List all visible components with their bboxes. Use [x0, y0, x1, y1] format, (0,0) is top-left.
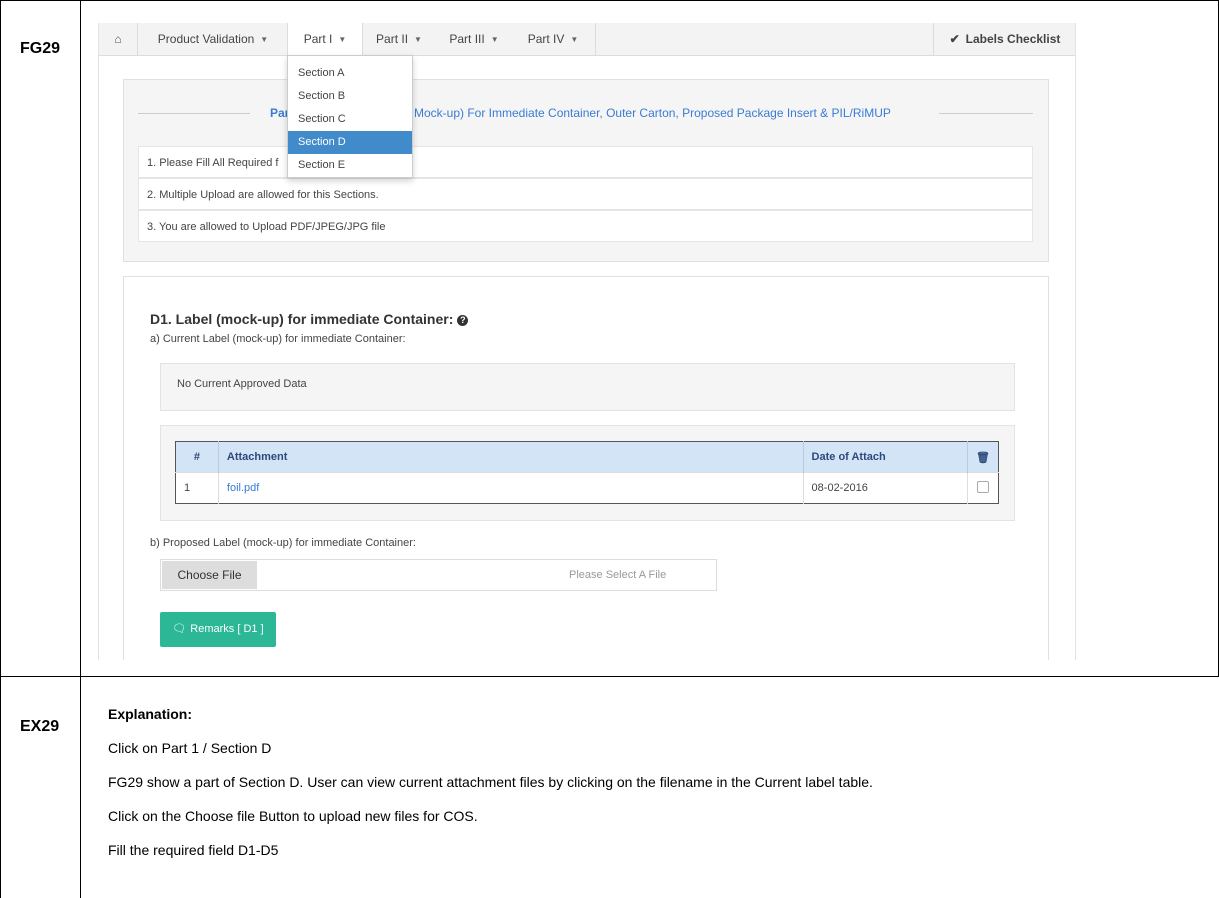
remarks-d1-button[interactable]: 🗨 Remarks [ D1 ]	[160, 612, 276, 647]
table-column-divider	[80, 0, 81, 898]
top-navbar: ⌂ Product Validation ▼ Part I ▼ Part II ▼ P…	[99, 23, 1075, 56]
nav-product-validation[interactable]: Product Validation ▼	[143, 23, 283, 55]
current-label-caption: a) Current Label (mock-up) for immediate…	[150, 333, 406, 345]
col-header-date: Date of Attach	[803, 441, 969, 473]
cell-attachment: foil.pdf	[218, 472, 804, 504]
labels-checklist-button[interactable]: ✔ Labels Checklist	[933, 23, 1075, 55]
nav-part-1[interactable]: Part I ▼	[287, 23, 363, 56]
cell-select	[967, 472, 999, 504]
app-screenshot: ⌂ Product Validation ▼ Part I ▼ Part II ▼ P…	[98, 23, 1076, 660]
proposed-label-caption: b) Proposed Label (mock-up) for immediat…	[150, 537, 416, 549]
nav-label: Part III	[449, 32, 485, 46]
d1-heading: D1. Label (mock-up) for immediate Contai…	[150, 311, 469, 327]
explanation-heading: Explanation:	[108, 706, 193, 722]
nav-home[interactable]: ⌂	[99, 23, 138, 55]
title-rule-right	[939, 113, 1033, 114]
col-header-attachment: Attachment	[218, 441, 804, 473]
menu-item-section-d[interactable]: Section D	[288, 131, 412, 154]
file-upload-input[interactable]: Choose File Please Select A File	[160, 559, 717, 591]
table-header-row: # Attachment Date of Attach 🗑	[175, 441, 999, 473]
comment-icon: 🗨	[172, 623, 187, 635]
question-circle-icon[interactable]: ?	[457, 315, 469, 326]
instructions-panel: Par Mock-up) For Immediate Container, Ou…	[123, 79, 1049, 262]
caret-down-icon: ▼	[570, 34, 579, 44]
explanation-line-3: Click on the Choose file Button to uploa…	[108, 808, 478, 824]
file-placeholder: Please Select A File	[569, 569, 667, 581]
remarks-label: Remarks [ D1 ]	[190, 623, 264, 635]
check-icon: ✔	[949, 32, 960, 46]
col-header-num: #	[175, 441, 219, 473]
nav-part-3[interactable]: Part III ▼	[437, 23, 511, 55]
title-rule-left	[138, 113, 250, 114]
panel-title-right: Mock-up) For Immediate Container, Outer …	[414, 106, 891, 120]
note-1: 1. Please Fill All Required f	[138, 146, 1033, 178]
caret-down-icon: ▼	[414, 34, 422, 44]
row-label-ex29: EX29	[20, 718, 60, 735]
col-header-delete: 🗑	[967, 441, 999, 473]
trash-icon: 🗑	[976, 451, 990, 464]
nav-label: Part IV	[527, 32, 565, 46]
delete-checkbox[interactable]	[977, 480, 990, 493]
caret-down-icon: ▼	[490, 34, 499, 44]
no-data-well: No Current Approved Data	[160, 363, 1015, 411]
menu-item-section-b[interactable]: Section B	[288, 85, 412, 108]
no-data-text: No Current Approved Data	[177, 378, 307, 390]
explanation-line-2: FG29 show a part of Section D. User can …	[108, 774, 873, 790]
nav-part-2[interactable]: Part II ▼	[363, 23, 435, 55]
table-row: 1 foil.pdf 08-02-2016	[175, 472, 999, 504]
explanation-line-4: Fill the required field D1-D5	[108, 842, 279, 858]
caret-down-icon: ▼	[338, 34, 347, 44]
note-2: 2. Multiple Upload are allowed for this …	[138, 178, 1033, 210]
table-row-divider	[0, 676, 1219, 677]
note-3: 3. You are allowed to Upload PDF/JPEG/JP…	[138, 210, 1033, 242]
cell-date: 08-02-2016	[803, 472, 969, 504]
table-border-top	[0, 0, 1219, 1]
attachment-well: # Attachment Date of Attach 🗑 1 foil.pdf…	[160, 425, 1015, 521]
row-label-fg29: FG29	[20, 40, 61, 57]
nav-label: Part II	[376, 32, 409, 46]
nav-label: Part I	[303, 32, 333, 46]
checklist-label: Labels Checklist	[965, 32, 1061, 46]
d1-title-text: D1. Label (mock-up) for immediate Contai…	[150, 311, 454, 327]
menu-item-section-c[interactable]: Section C	[288, 108, 412, 131]
menu-item-section-a[interactable]: Section A	[288, 62, 412, 85]
choose-file-button[interactable]: Choose File	[162, 561, 257, 589]
part-1-dropdown-menu: Section A Section B Section C Section D …	[287, 55, 413, 178]
nav-label: Product Validation	[157, 32, 255, 46]
table-border-left	[0, 0, 1, 898]
home-icon: ⌂	[114, 32, 122, 46]
section-d1-panel: D1. Label (mock-up) for immediate Contai…	[123, 276, 1049, 660]
cell-num: 1	[175, 472, 219, 504]
caret-down-icon: ▼	[260, 34, 269, 44]
attachment-table: # Attachment Date of Attach 🗑 1 foil.pdf…	[175, 441, 999, 504]
attachment-link[interactable]: foil.pdf	[227, 482, 259, 494]
nav-part-4[interactable]: Part IV ▼	[511, 23, 596, 55]
explanation-line-1: Click on Part 1 / Section D	[108, 740, 272, 756]
menu-item-section-e[interactable]: Section E	[288, 154, 412, 177]
